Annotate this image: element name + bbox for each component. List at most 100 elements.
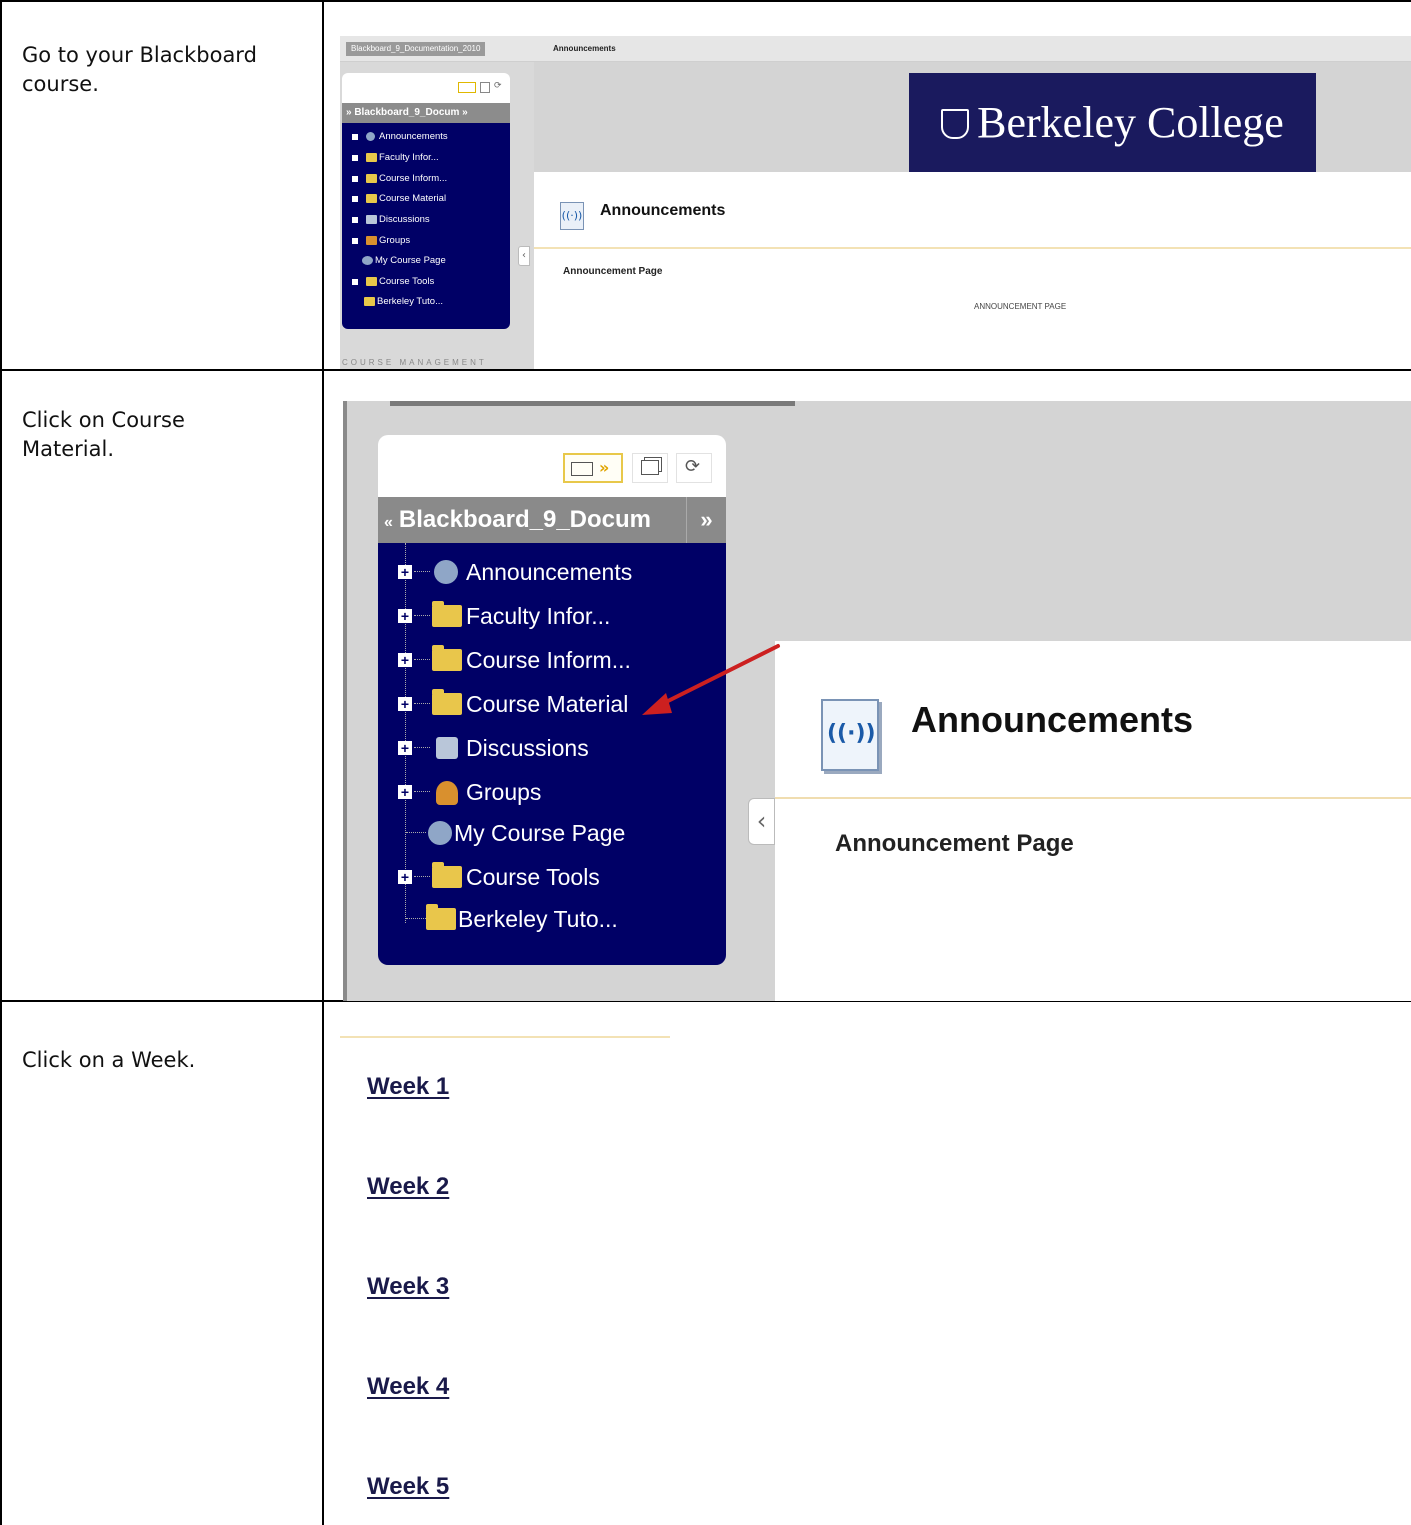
announcement-page-caption: ANNOUNCEMENT PAGE — [974, 302, 1067, 311]
step-3-instruction: Click on a Week. — [22, 1048, 196, 1072]
week-1-link[interactable]: Week 1 — [367, 1073, 449, 1101]
folder-icon — [366, 277, 377, 286]
refresh-icon: ⟳ — [685, 456, 701, 477]
course-menu: Announcements Faculty Infor... Course In… — [342, 123, 510, 329]
menu-toolbar: » ⟳ — [378, 435, 726, 497]
folder-icon — [432, 645, 462, 671]
groups-icon — [366, 236, 377, 245]
breadcrumb-bar: Blackboard_9_Documentation_2010 Announce… — [340, 36, 1411, 62]
expand-icon[interactable] — [352, 176, 358, 182]
tree-connector — [414, 747, 430, 748]
expand-icon[interactable] — [352, 196, 358, 202]
announcements-icon — [434, 560, 458, 584]
screenshot-course-home: Blackboard_9_Documentation_2010 Announce… — [340, 36, 1411, 369]
globe-icon — [362, 256, 373, 265]
broadcast-icon: ((·)) — [827, 721, 876, 746]
announcement-page-heading: Announcement Page — [563, 266, 663, 277]
content-area: ((·)) Announcements Announcement Page — [775, 641, 1411, 1001]
table-column-divider — [322, 0, 324, 1525]
folder-view-button[interactable]: » — [563, 453, 623, 483]
folder-icon — [432, 601, 462, 627]
window-view-button[interactable] — [632, 453, 668, 483]
step-2-instruction: Click on Course Material. — [22, 408, 185, 461]
folder-icon — [366, 153, 377, 162]
expand-icon[interactable]: + — [398, 565, 412, 579]
breadcrumb-course[interactable]: Blackboard_9_Documentation_2010 — [346, 42, 486, 56]
course-menu-header[interactable]: » Blackboard_9_Docum » — [342, 103, 510, 123]
step-1-instruction: Go to your Blackboard course. — [22, 43, 257, 96]
table-row-divider-1 — [0, 369, 1411, 371]
groups-icon — [436, 781, 458, 805]
table-border-top — [0, 0, 1411, 2]
week-3-link[interactable]: Week 3 — [367, 1273, 449, 1301]
divider — [534, 247, 1411, 249]
expand-right-icon[interactable]: » — [686, 497, 726, 543]
course-management-label: COURSE MANAGEMENT — [342, 358, 487, 367]
folder-icon — [366, 174, 377, 183]
chevron-down-icon: » — [599, 458, 610, 477]
tree-line — [405, 543, 406, 923]
tree-connector — [414, 703, 430, 704]
expand-icon[interactable] — [352, 279, 358, 285]
collapse-menu-button[interactable]: ‹ — [748, 798, 775, 845]
folder-icon — [432, 689, 462, 715]
week-2-link[interactable]: Week 2 — [367, 1173, 449, 1201]
expand-icon[interactable]: + — [398, 870, 412, 884]
tree-connector — [414, 571, 430, 572]
announcement-page-heading: Announcement Page — [835, 830, 1074, 857]
course-title: Blackboard_9_Docum — [398, 506, 651, 533]
breadcrumb-page: Announcements — [553, 44, 616, 53]
page-title: Announcements — [911, 699, 1194, 740]
tree-connector — [414, 659, 430, 660]
expand-icon[interactable] — [352, 134, 358, 140]
course-menu-header[interactable]: « Blackboard_9_Docum » — [378, 497, 726, 543]
expand-icon[interactable] — [352, 238, 358, 244]
announcements-icon: ((·)) — [560, 202, 584, 230]
expand-icon[interactable]: + — [398, 785, 412, 799]
frame-left-border — [343, 401, 347, 1001]
page-title: Announcements — [600, 202, 726, 219]
window-icon — [641, 460, 659, 475]
expand-icon[interactable] — [352, 217, 358, 223]
folder-icon — [364, 297, 375, 306]
divider — [340, 1036, 670, 1038]
expand-icon[interactable]: + — [398, 609, 412, 623]
menu-toolbar: ⟳ — [342, 73, 510, 103]
refresh-icon[interactable]: ⟳ — [494, 82, 502, 93]
collapse-up-icon[interactable]: « — [384, 514, 393, 531]
collapse-menu-button[interactable]: ‹ — [518, 246, 530, 266]
divider — [775, 797, 1411, 799]
folder-view-icon[interactable] — [458, 82, 476, 93]
folder-icon — [366, 194, 377, 203]
globe-icon — [428, 821, 452, 845]
window-view-icon[interactable] — [480, 82, 490, 93]
discussions-icon — [436, 737, 458, 759]
refresh-button[interactable]: ⟳ — [676, 453, 712, 483]
tree-connector — [414, 615, 430, 616]
table-border-left — [0, 0, 2, 1525]
expand-icon[interactable] — [352, 155, 358, 161]
announcements-icon — [366, 132, 375, 141]
tree-connector — [414, 791, 430, 792]
expand-icon[interactable]: + — [398, 653, 412, 667]
tree-connector — [414, 876, 430, 877]
announcements-icon: ((·)) — [821, 699, 879, 771]
expand-icon[interactable]: + — [398, 741, 412, 755]
crest-icon — [941, 108, 970, 139]
folder-icon — [426, 904, 456, 930]
berkeley-college-banner: Berkeley College — [909, 73, 1316, 172]
tree-connector — [406, 918, 426, 919]
week-5-link[interactable]: Week 5 — [367, 1473, 449, 1501]
folder-icon — [571, 462, 593, 476]
red-pointer-arrow — [642, 644, 780, 715]
banner-text: Berkeley College — [977, 98, 1284, 147]
content-area: ((·)) Announcements Announcement Page AN… — [534, 172, 1411, 369]
week-4-link[interactable]: Week 4 — [367, 1373, 449, 1401]
folder-icon — [432, 862, 462, 888]
screenshot-weeks-list: Week 1 Week 2 Week 3 Week 4 Week 5 — [340, 1010, 1411, 1525]
discussions-icon — [366, 215, 377, 224]
frame-top-bar — [390, 401, 795, 406]
tree-connector — [406, 832, 426, 833]
screenshot-course-menu-zoom: » ⟳ « Blackboard_9_Docum » + Announcement… — [343, 401, 1411, 1001]
expand-icon[interactable]: + — [398, 697, 412, 711]
